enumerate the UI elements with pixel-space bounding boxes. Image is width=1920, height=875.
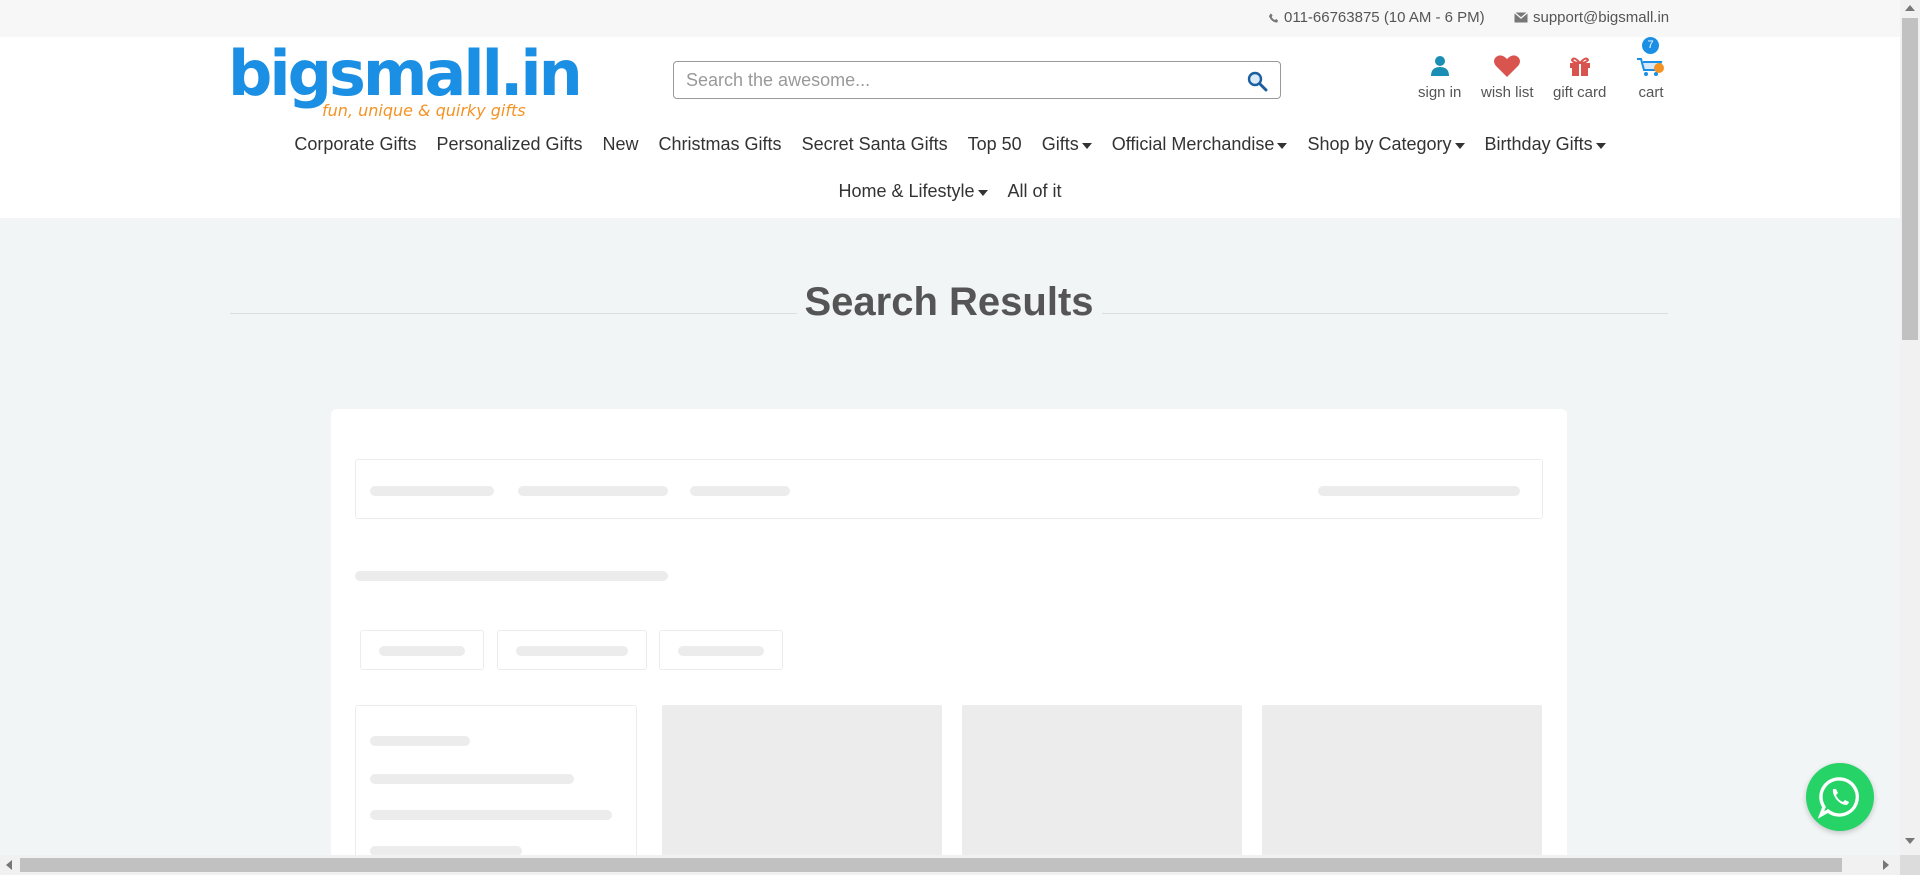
cart-icon	[1637, 58, 1664, 76]
logo-tagline: fun, unique & quirky gifts	[322, 101, 526, 120]
nav-item-top-50[interactable]: Top 50	[958, 134, 1032, 155]
nav-item-gifts[interactable]: Gifts	[1032, 134, 1102, 155]
search-bar	[673, 61, 1281, 99]
nav-item-label: All of it	[1007, 181, 1062, 201]
nav-item-label: Gifts	[1041, 134, 1079, 154]
skeleton-line	[355, 571, 668, 581]
scroll-right-arrow[interactable]	[1883, 860, 1889, 870]
skeleton-line	[370, 486, 494, 496]
nav-item-personalized-gifts[interactable]: Personalized Gifts	[426, 134, 592, 155]
results-loading-card	[331, 409, 1567, 865]
scrollbar-corner	[1900, 855, 1920, 875]
skeleton-product-image	[962, 705, 1242, 865]
nav-item-shop-by-category[interactable]: Shop by Category	[1297, 134, 1474, 155]
search-input[interactable]	[686, 62, 1236, 98]
skeleton-line	[370, 774, 574, 784]
envelope-icon	[1514, 12, 1528, 23]
nav-item-label: Christmas Gifts	[658, 134, 782, 154]
nav-item-label: Secret Santa Gifts	[801, 134, 948, 154]
gift-card-link[interactable]: gift card	[1553, 53, 1606, 101]
caret-down-icon	[1081, 142, 1092, 149]
horizontal-scrollbar[interactable]	[0, 855, 1900, 875]
contact-phone[interactable]: 011-66763875 (10 AM - 6 PM)	[1268, 9, 1485, 26]
wish-list-label: wish list	[1481, 84, 1534, 101]
nav-item-all-of-it[interactable]: All of it	[998, 181, 1072, 202]
nav-item-label: New	[602, 134, 639, 154]
whatsapp-icon	[1818, 777, 1859, 819]
heart-icon	[1494, 55, 1521, 77]
nav-item-christmas-gifts[interactable]: Christmas Gifts	[649, 134, 792, 155]
gift-card-label: gift card	[1553, 84, 1607, 101]
skeleton-chip	[497, 630, 647, 670]
main-nav-row-2: Home & Lifestyle All of it	[0, 181, 1900, 202]
search-icon[interactable]	[1246, 70, 1268, 92]
vertical-scroll-thumb[interactable]	[1902, 18, 1918, 340]
skeleton-line	[690, 486, 790, 496]
contact-email[interactable]: support@bigsmall.in	[1514, 9, 1669, 26]
caret-down-icon	[1595, 142, 1606, 149]
page-title: Search Results	[804, 280, 1094, 324]
nav-item-official-merchandise[interactable]: Official Merchandise	[1102, 134, 1298, 155]
wish-list-link[interactable]: wish list	[1481, 53, 1534, 101]
skeleton-line	[518, 486, 668, 496]
nav-item-label: Shop by Category	[1307, 134, 1452, 154]
horizontal-scroll-thumb[interactable]	[20, 858, 1842, 872]
main-nav-row-1: Corporate Gifts Personalized Gifts New Chri…	[0, 134, 1900, 155]
nav-item-label: Corporate Gifts	[294, 134, 417, 154]
gift-icon	[1569, 57, 1590, 76]
skeleton-filter-bar	[355, 459, 1543, 519]
site-header: bigsmall.in fun, unique & quirky gifts s…	[0, 37, 1900, 218]
cart-link[interactable]: cart	[1636, 53, 1666, 101]
skeleton-line	[516, 646, 628, 656]
phone-icon	[1268, 12, 1279, 23]
top-info-bar: 011-66763875 (10 AM - 6 PM) support@bigs…	[0, 0, 1900, 37]
nav-item-label: Official Merchandise	[1111, 134, 1275, 154]
nav-item-label: Home & Lifestyle	[838, 181, 975, 201]
scroll-down-arrow[interactable]	[1905, 838, 1915, 844]
skeleton-product-image	[662, 705, 942, 865]
sign-in-label: sign in	[1418, 84, 1462, 101]
site-logo[interactable]: bigsmall.in fun, unique & quirky gifts	[228, 37, 583, 123]
nav-item-new[interactable]: New	[593, 134, 649, 155]
phone-text: 011-66763875 (10 AM - 6 PM)	[1284, 9, 1485, 26]
user-icon	[1430, 56, 1449, 76]
nav-item-birthday-gifts[interactable]: Birthday Gifts	[1475, 134, 1616, 155]
sign-in-link[interactable]: sign in	[1418, 53, 1461, 101]
cart-label: cart	[1638, 84, 1664, 101]
logo-wordmark: bigsmall.in	[228, 37, 583, 110]
email-text: support@bigsmall.in	[1533, 9, 1670, 26]
skeleton-chip	[659, 630, 783, 670]
skeleton-line	[370, 810, 612, 820]
skeleton-line	[678, 646, 764, 656]
vertical-scrollbar[interactable]	[1900, 0, 1920, 875]
skeleton-product-image	[1262, 705, 1542, 865]
caret-down-icon	[1454, 142, 1465, 149]
cart-count-badge: 7	[1642, 37, 1659, 54]
nav-item-label: Personalized Gifts	[436, 134, 583, 154]
scroll-up-arrow[interactable]	[1905, 5, 1915, 11]
skeleton-sidebar	[355, 705, 637, 865]
caret-down-icon	[1277, 142, 1288, 149]
whatsapp-chat-button[interactable]	[1806, 763, 1874, 831]
nav-item-label: Birthday Gifts	[1484, 134, 1593, 154]
skeleton-chip	[360, 630, 484, 670]
nav-item-label: Top 50	[967, 134, 1022, 154]
scroll-left-arrow[interactable]	[6, 860, 12, 870]
caret-down-icon	[977, 189, 988, 196]
skeleton-line	[379, 646, 465, 656]
nav-item-home-lifestyle[interactable]: Home & Lifestyle	[828, 181, 997, 202]
nav-item-corporate-gifts[interactable]: Corporate Gifts	[284, 134, 426, 155]
skeleton-line	[1318, 486, 1520, 496]
nav-item-secret-santa-gifts[interactable]: Secret Santa Gifts	[792, 134, 958, 155]
skeleton-line	[370, 736, 470, 746]
page-title-section: Search Results	[230, 280, 1668, 328]
